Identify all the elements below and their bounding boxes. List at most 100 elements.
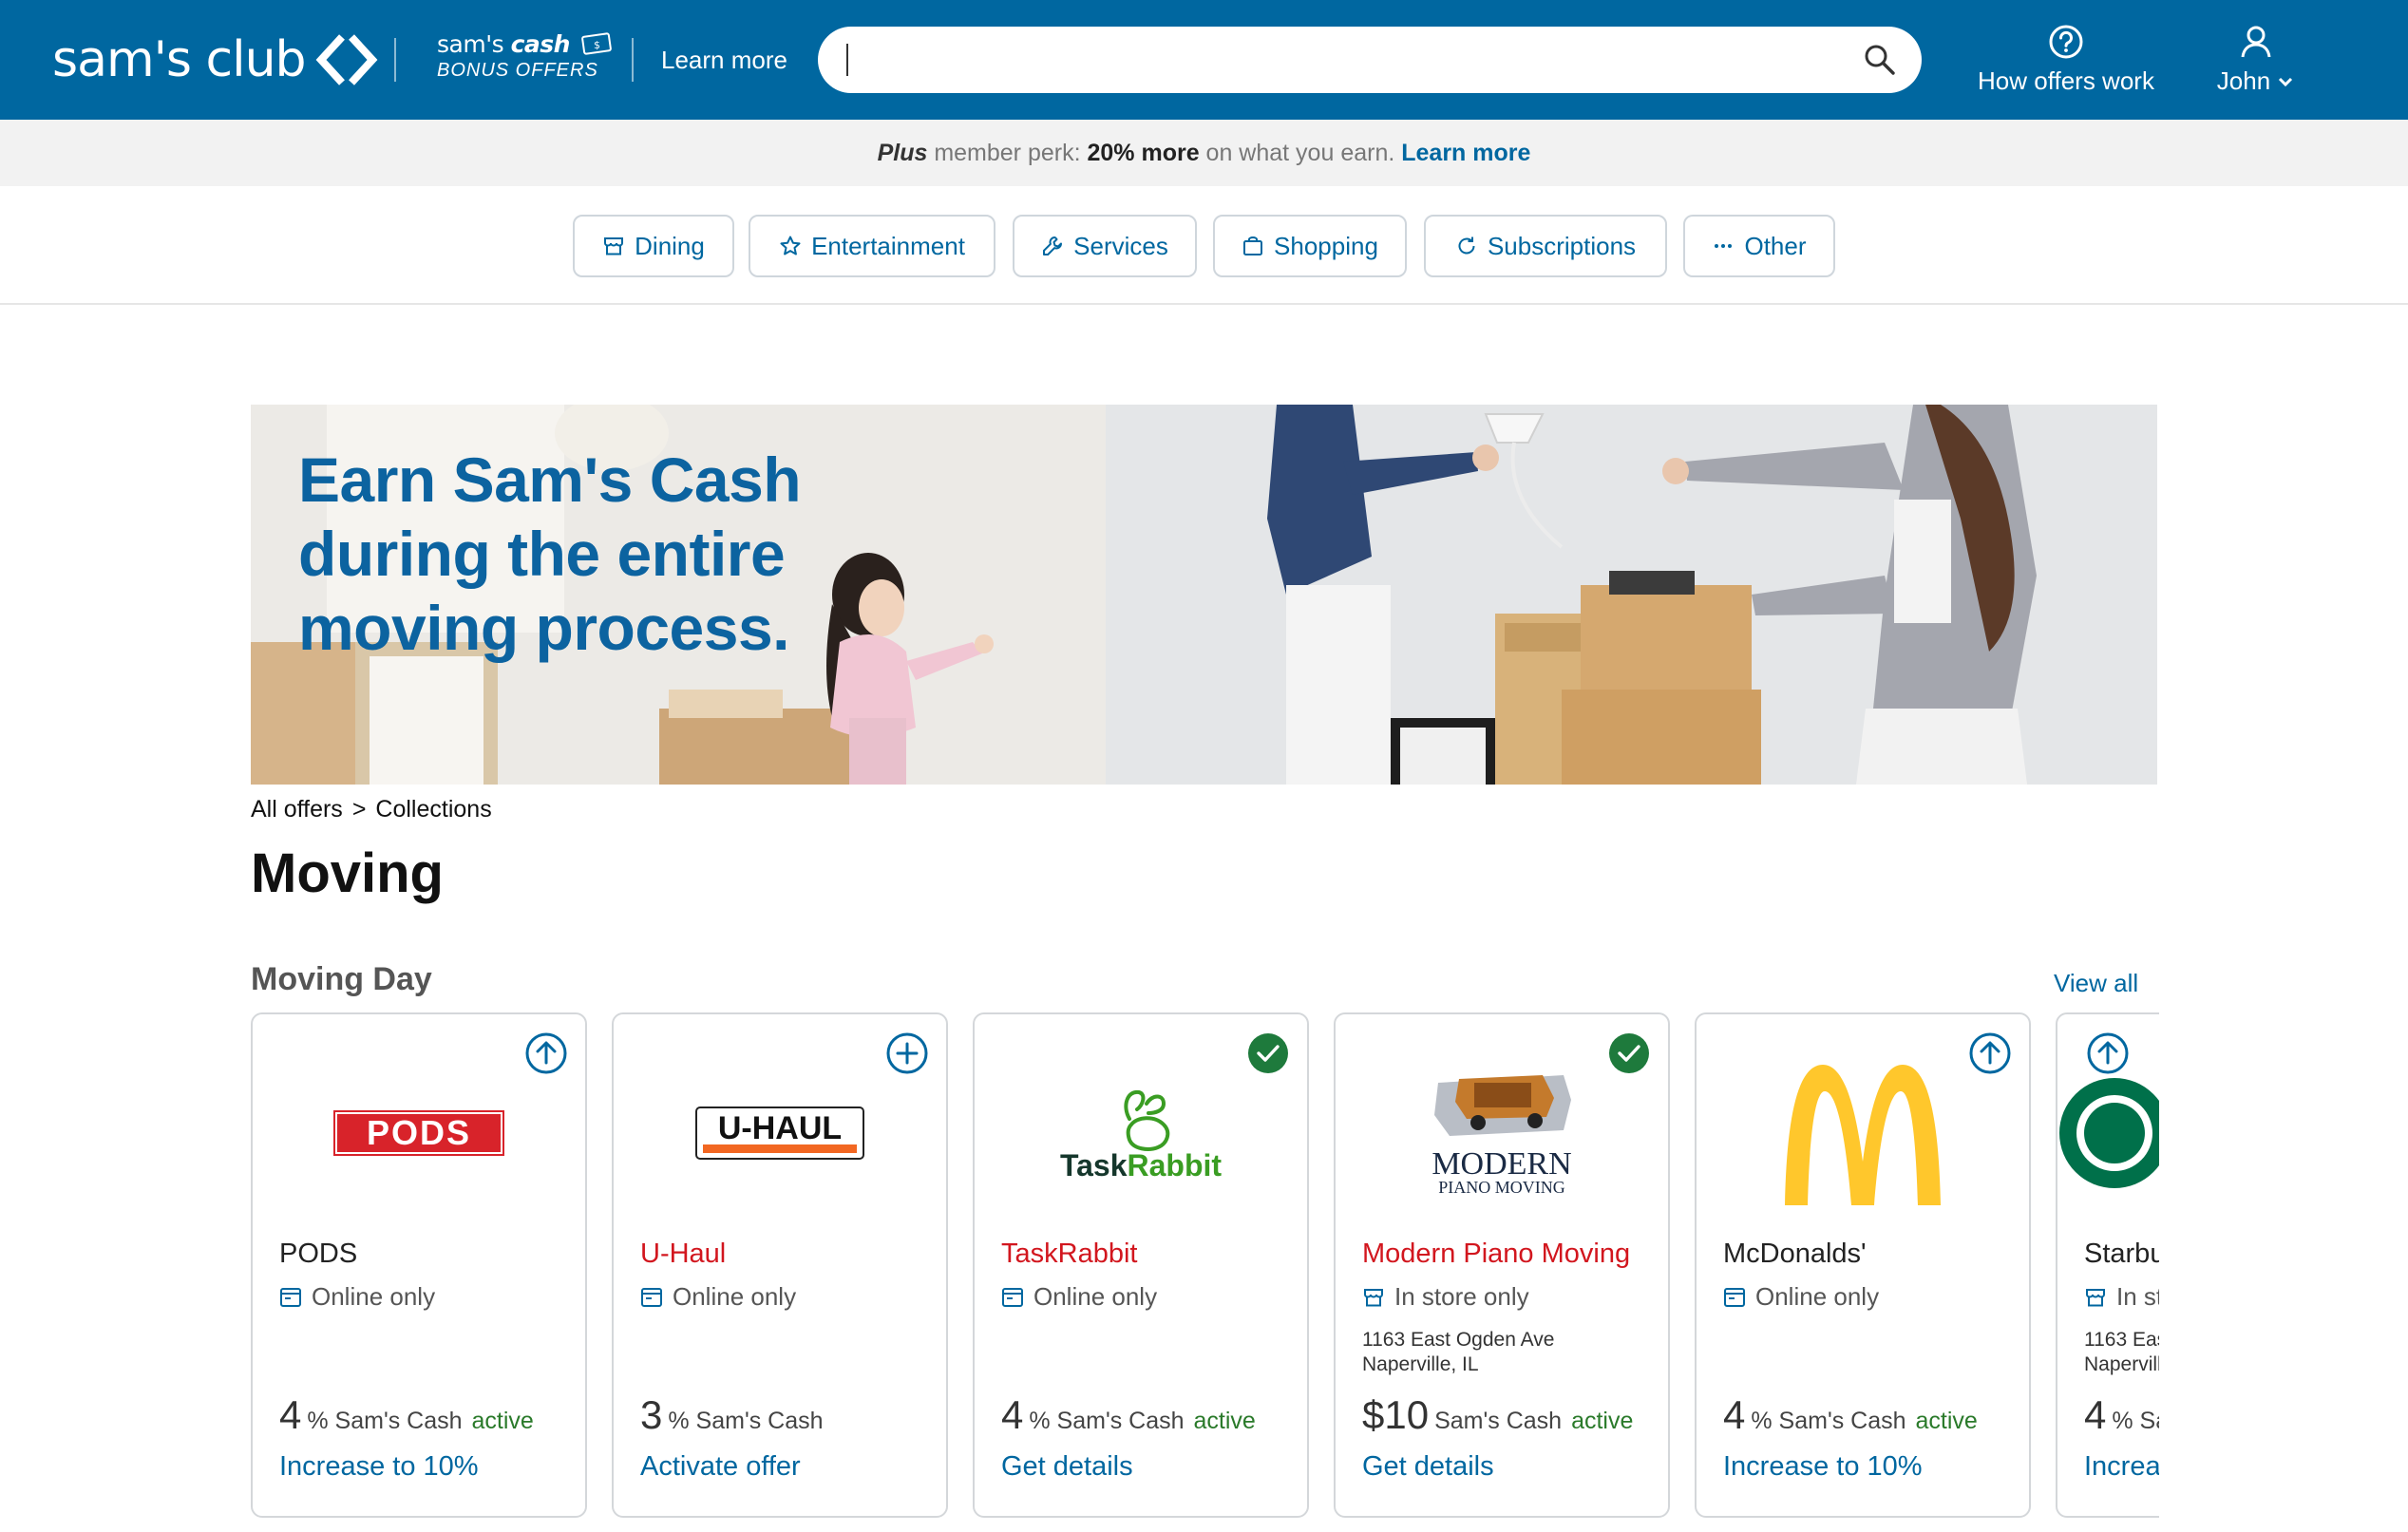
reward-value: 4	[1001, 1392, 1024, 1437]
reward-unit: % Sam's Cash	[307, 1408, 463, 1434]
offer-card-modern-piano-moving[interactable]: MODERN PIANO MOVING Modern Piano Moving …	[1334, 1012, 1670, 1518]
reward-unit: Sam's Cash	[1434, 1408, 1563, 1434]
section-title: Moving Day	[251, 961, 432, 997]
category-chip-other[interactable]: Other	[1683, 215, 1835, 277]
hero-banner[interactable]: Earn Sam's Cash during the entire moving…	[251, 405, 2157, 785]
get-details-link[interactable]: Get details	[1362, 1451, 1494, 1483]
diamond-logo-icon	[315, 34, 377, 85]
channel-label: In store only	[2116, 1282, 2159, 1311]
user-name: John	[2216, 66, 2271, 95]
category-chip-shopping[interactable]: Shopping	[1213, 215, 1407, 277]
search-input[interactable]	[856, 27, 1863, 93]
reward-unit: % Sam's Cash	[1751, 1408, 1906, 1434]
offer-card-starbucks[interactable]: Starbucks In store only 1163 East Ogden …	[2056, 1012, 2159, 1518]
offer-card-mcdonalds[interactable]: McDonalds' Online only 4 % Sam's Cash ac…	[1695, 1012, 2031, 1518]
address-line-2: Naperville, IL	[1362, 1353, 1479, 1375]
store-icon	[1364, 1288, 1383, 1306]
reward-info: 4 % Sam's Cash active	[1723, 1392, 1978, 1438]
category-chip-dining[interactable]: Dining	[573, 215, 734, 277]
merchant-logo-mcdonalds	[1697, 1062, 2029, 1205]
store-address: 1163 East Ogden Ave Naperville, IL	[1362, 1328, 1554, 1377]
active-status: active	[1571, 1408, 1634, 1434]
channel-label: Online only	[1033, 1282, 1158, 1311]
cash-ticket-icon: $	[581, 32, 613, 55]
perk-text: member perk:	[927, 140, 1088, 166]
reward-info: 4 % Sam's Cash active	[2084, 1392, 2159, 1438]
offer-card-pods[interactable]: PODS PODS Online only 4 % Sam's Cash act…	[251, 1012, 587, 1518]
active-status: active	[471, 1408, 534, 1434]
category-label: Shopping	[1274, 231, 1378, 260]
reward-unit: % Sam's Cash	[2112, 1408, 2159, 1434]
refresh-icon	[1458, 236, 1475, 255]
category-label: Dining	[635, 231, 705, 260]
increase-offer-link[interactable]: Increase to 10%	[2084, 1451, 2159, 1483]
merchant-logo-starbucks	[2057, 1062, 2159, 1204]
breadcrumb: All offers > Collections	[251, 796, 502, 823]
perk-learn-more-link[interactable]: Learn more	[1401, 140, 1530, 166]
online-icon	[1002, 1287, 1023, 1307]
online-icon	[641, 1287, 662, 1307]
bag-icon	[1243, 236, 1263, 255]
active-status: active	[1193, 1408, 1256, 1434]
reward-info: 4 % Sam's Cash active	[279, 1392, 534, 1438]
search-icon[interactable]	[1863, 43, 1897, 77]
user-icon	[2241, 26, 2271, 58]
channel-label: Online only	[673, 1282, 797, 1311]
breadcrumb-all-offers[interactable]: All offers	[251, 796, 343, 823]
svg-text:PIANO MOVING: PIANO MOVING	[1438, 1178, 1565, 1197]
store-icon	[604, 237, 624, 255]
channel-label: In store only	[1394, 1282, 1529, 1311]
category-filter-bar: Dining Entertainment Services Shopping S…	[0, 186, 2408, 305]
svg-text:U-HAUL: U-HAUL	[718, 1110, 842, 1146]
merchant-logo-pods: PODS	[253, 1062, 585, 1204]
view-all-link[interactable]: View all	[2054, 969, 2138, 998]
reward-info: $10 Sam's Cash active	[1362, 1392, 1633, 1438]
category-chip-subscriptions[interactable]: Subscriptions	[1424, 215, 1667, 277]
merchant-logo-u-haul: U-HAUL	[614, 1062, 946, 1204]
channel-info: Online only	[1001, 1282, 1157, 1312]
channel-info: Online only	[279, 1282, 435, 1312]
search-bar[interactable]	[818, 27, 1922, 93]
star-icon	[780, 236, 801, 255]
chevron-down-icon	[2279, 77, 2293, 86]
category-label: Subscriptions	[1487, 231, 1637, 260]
plus-member-perk-banner: Plus member perk: 20% more on what you e…	[0, 120, 2408, 186]
help-circle-icon	[2049, 25, 2083, 59]
reward-unit: % Sam's Cash	[668, 1408, 824, 1434]
get-details-link[interactable]: Get details	[1001, 1451, 1133, 1483]
cash-logo-subtitle: BONUS OFFERS	[437, 60, 598, 81]
sams-cash-bonus-offers-logo[interactable]: sam's cash $ BONUS OFFERS	[437, 32, 613, 80]
how-offers-work-button[interactable]: How offers work	[1947, 23, 2185, 96]
increase-offer-link[interactable]: Increase to 10%	[1723, 1451, 1923, 1483]
svg-text:MODERN: MODERN	[1432, 1146, 1571, 1182]
header-divider	[632, 38, 634, 82]
merchant-name: Starbucks	[2084, 1239, 2159, 1269]
account-menu-button[interactable]: John	[2204, 23, 2308, 96]
offer-card-taskrabbit[interactable]: TaskRabbit TaskRabbit Online only 4 % Sa…	[973, 1012, 1309, 1518]
category-chip-entertainment[interactable]: Entertainment	[749, 215, 995, 277]
sams-club-logo[interactable]: sam's club	[52, 27, 378, 93]
reward-value: 4	[2084, 1392, 2107, 1437]
reward-value: 4	[1723, 1392, 1746, 1437]
increase-offer-link[interactable]: Increase to 10%	[279, 1451, 479, 1483]
channel-info: Online only	[1723, 1282, 1879, 1312]
activate-offer-link[interactable]: Activate offer	[640, 1451, 801, 1483]
channel-label: Online only	[312, 1282, 436, 1311]
merchant-name: TaskRabbit	[1001, 1239, 1138, 1269]
header-learn-more-link[interactable]: Learn more	[661, 46, 787, 75]
offer-card-u-haul[interactable]: U-HAUL U-Haul Online only 3 % Sam's Cash…	[612, 1012, 948, 1518]
more-icon	[1715, 244, 1733, 248]
how-offers-work-label: How offers work	[1978, 66, 2154, 95]
reward-value: $10	[1362, 1392, 1430, 1437]
breadcrumb-collections[interactable]: Collections	[375, 796, 491, 823]
perk-text-2: on what you earn.	[1199, 140, 1402, 166]
category-chip-services[interactable]: Services	[1013, 215, 1197, 277]
address-line-1: 1163 East Ogden Ave	[2084, 1329, 2159, 1351]
store-icon	[2086, 1288, 2105, 1306]
merchant-logo-modern-piano-moving: MODERN PIANO MOVING	[1336, 1062, 1668, 1204]
merchant-name: PODS	[279, 1239, 358, 1269]
category-label: Services	[1073, 231, 1168, 260]
channel-label: Online only	[1755, 1282, 1880, 1311]
hero-line-1: Earn Sam's Cash	[298, 444, 802, 515]
store-address: 1163 East Ogden Ave Naperville, IL	[2084, 1328, 2159, 1377]
